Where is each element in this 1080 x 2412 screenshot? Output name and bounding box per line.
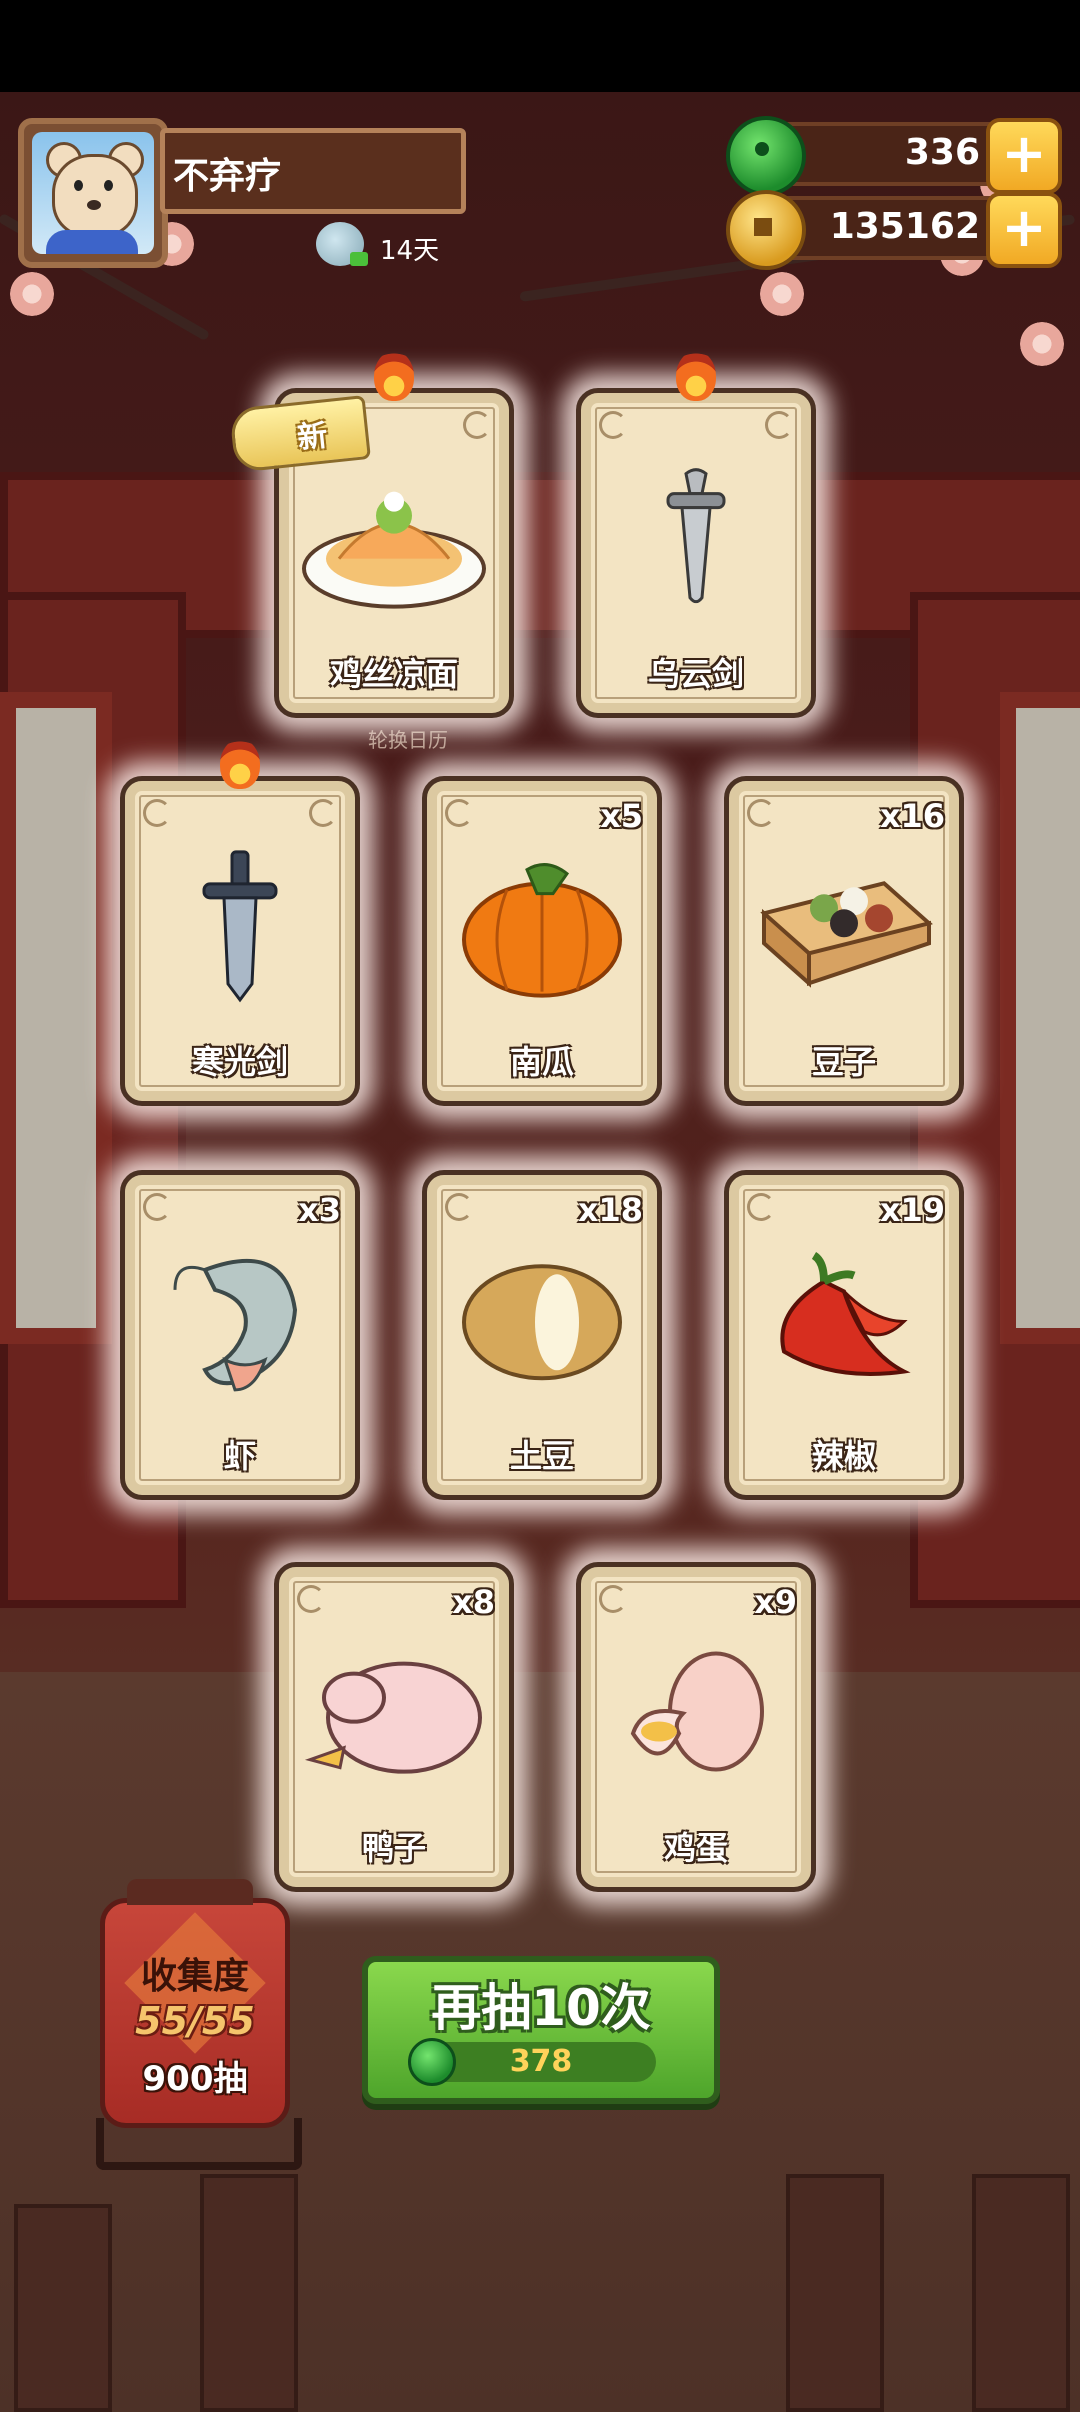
card-name: 豆子 <box>811 1043 876 1081</box>
coin-resource-bar: 135162 + <box>726 190 1062 270</box>
blossom-flower <box>760 272 804 316</box>
coin-value: 135162 <box>829 206 980 247</box>
right-window <box>1000 692 1080 1344</box>
card-item[interactable]: x9 鸡蛋 <box>576 1562 816 1892</box>
bear-nose <box>87 200 101 210</box>
corner-swirl <box>445 799 473 827</box>
fence-post <box>14 2204 112 2412</box>
corner-swirl <box>599 411 627 439</box>
card-count: x18 <box>577 1191 643 1229</box>
card-name: 寒光剑 <box>191 1043 288 1081</box>
corner-swirl <box>445 1193 473 1221</box>
corner-swirl <box>463 411 491 439</box>
card-item[interactable]: x18 土豆 <box>422 1170 662 1500</box>
player-name-box: 不弃疗 <box>160 128 466 214</box>
corner-swirl <box>309 799 337 827</box>
noodle-dish-icon <box>299 464 489 618</box>
corner-swirl <box>143 799 171 827</box>
avatar-frame[interactable] <box>18 118 168 268</box>
card-name: 南瓜 <box>509 1043 574 1081</box>
shrimp-icon <box>165 1240 315 1404</box>
card-name: 虾 <box>223 1437 256 1475</box>
corner-swirl <box>599 1585 627 1613</box>
beans-icon <box>754 863 934 997</box>
draw-button-label: 再抽10次 <box>431 1979 651 2037</box>
corner-swirl <box>747 1193 775 1221</box>
fence-post <box>972 2174 1070 2412</box>
avatar[interactable] <box>32 132 154 254</box>
cold-light-sword-icon <box>190 846 290 1010</box>
dark-cloud-sword-icon <box>646 464 746 618</box>
jade-icon <box>726 116 806 196</box>
jade-resource-bar: 336 + <box>726 116 1062 196</box>
pumpkin-icon <box>457 852 627 1006</box>
bear-eye <box>104 180 113 191</box>
jade-value: 336 <box>904 132 980 173</box>
hot-flame-icon <box>676 351 716 401</box>
card-count: x16 <box>879 797 945 835</box>
days-count: 14天 <box>380 236 440 266</box>
card-item[interactable]: x16 豆子 <box>724 776 964 1106</box>
collection-progress: 55/55 <box>135 1999 255 2043</box>
corner-swirl <box>297 1585 325 1613</box>
card-item[interactable]: 寒光剑 <box>120 739 360 1106</box>
card-count: x8 <box>452 1583 495 1621</box>
left-window <box>0 692 112 1344</box>
egg-bowl-icon <box>316 222 368 266</box>
bear-head <box>52 154 138 238</box>
hot-flame-icon <box>220 739 260 789</box>
card-count: x19 <box>879 1191 945 1229</box>
corner-swirl <box>747 799 775 827</box>
coin-icon <box>726 190 806 270</box>
collection-lantern[interactable]: 收集度 55/55 900抽 <box>100 1879 290 2128</box>
add-coins-button[interactable]: + <box>986 192 1062 268</box>
rotation-calendar-label: 轮换日历 <box>368 728 448 752</box>
card-item[interactable]: 乌云剑 <box>576 351 816 718</box>
add-jade-button[interactable]: + <box>986 118 1062 194</box>
hot-flame-icon <box>374 351 414 401</box>
bear-eye <box>74 180 83 191</box>
card-item[interactable]: x8 鸭子 <box>274 1562 514 1892</box>
duck-icon <box>304 1638 484 1792</box>
bear-shirt <box>46 230 138 254</box>
card-count: x3 <box>298 1191 341 1229</box>
potato-icon <box>457 1257 627 1391</box>
card-name: 鸭子 <box>361 1829 426 1867</box>
card-name: 鸡蛋 <box>663 1829 728 1867</box>
card-count: x5 <box>600 797 643 835</box>
corner-swirl <box>143 1193 171 1221</box>
blossom-flower <box>10 272 54 316</box>
new-badge-label: 新 <box>295 418 330 457</box>
card-name: 土豆 <box>509 1437 574 1475</box>
draw-cost-bar: 378 <box>408 2038 656 2086</box>
blossom-flower <box>1020 322 1064 366</box>
egg-icon <box>621 1643 771 1787</box>
fence-post <box>786 2174 884 2412</box>
card-item[interactable]: x5 南瓜 <box>422 776 662 1106</box>
draw-ten-button[interactable]: 再抽10次 378 <box>362 1956 720 2104</box>
card-name: 辣椒 <box>811 1437 876 1475</box>
chili-pepper-icon <box>764 1251 924 1395</box>
player-name: 不弃疗 <box>173 156 282 197</box>
collection-draws: 900抽 <box>142 2059 248 2099</box>
card-count: x9 <box>754 1583 797 1621</box>
fence-post <box>200 2174 298 2412</box>
card-name: 鸡丝凉面 <box>329 655 458 693</box>
collection-title: 收集度 <box>140 1956 249 1997</box>
corner-swirl <box>765 411 793 439</box>
card-item[interactable]: x3 虾 <box>120 1170 360 1500</box>
lantern-stand <box>96 2118 302 2170</box>
card-name: 乌云剑 <box>647 655 744 693</box>
draw-cost: 378 <box>509 2044 573 2079</box>
card-item[interactable]: x19 辣椒 <box>724 1170 964 1500</box>
